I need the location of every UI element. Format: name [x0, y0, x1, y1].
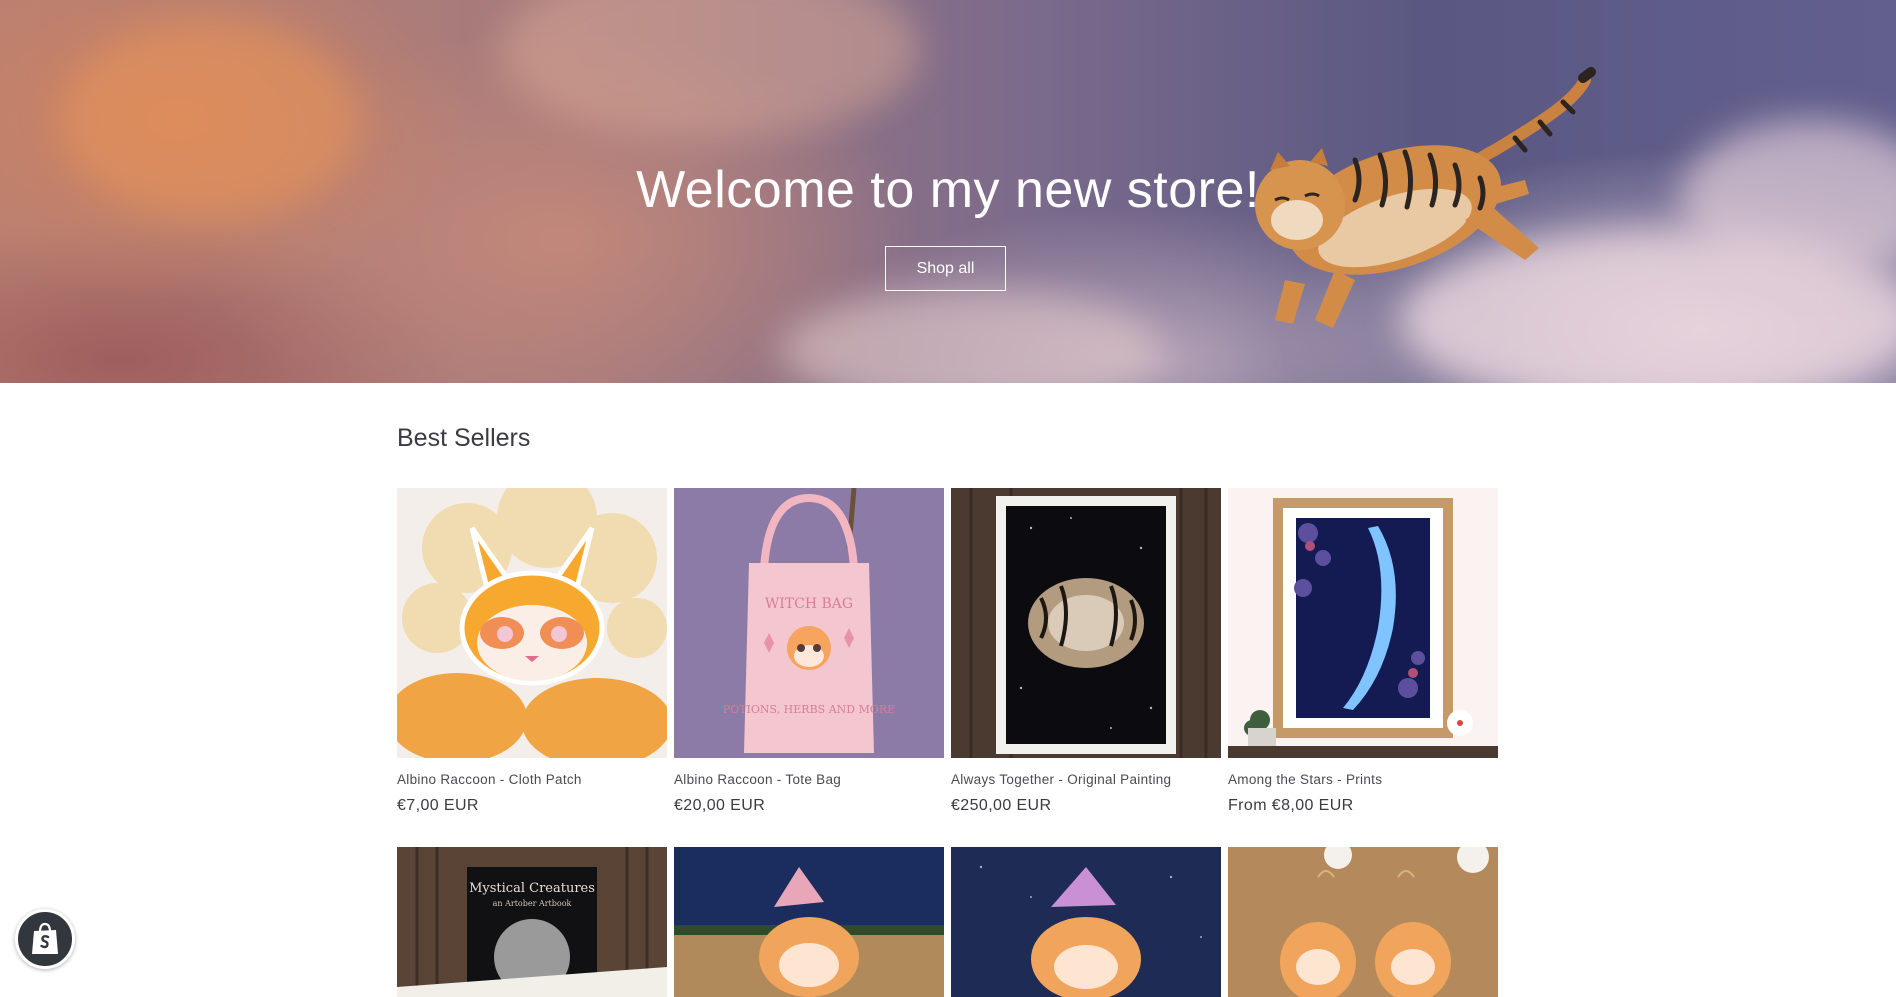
product-image[interactable] [397, 488, 667, 758]
product-card[interactable]: Mystical Creatures an Artober Artbook [397, 847, 667, 997]
product-card[interactable] [1228, 847, 1498, 997]
product-image[interactable] [674, 847, 944, 997]
product-image[interactable] [951, 847, 1221, 997]
section-heading: Best Sellers [397, 424, 531, 452]
product-price: €20,00 EUR [674, 797, 766, 814]
product-card[interactable]: WITCH BAG POTIONS, HERBS AND MORE Albino… [674, 488, 944, 815]
product-title[interactable]: Among the Stars - Prints [1228, 772, 1498, 787]
product-image[interactable]: Mystical Creatures an Artober Artbook [397, 847, 667, 997]
svg-text:WITCH BAG: WITCH BAG [765, 596, 853, 612]
product-image[interactable] [951, 488, 1221, 758]
product-price: €7,00 EUR [397, 797, 479, 814]
product-title[interactable]: Albino Raccoon - Cloth Patch [397, 772, 667, 787]
artbook-subtitle: an Artober Artbook [492, 899, 572, 908]
hero-cloud [500, 0, 920, 140]
product-image[interactable] [1228, 488, 1498, 758]
product-title[interactable]: Albino Raccoon - Tote Bag [674, 772, 944, 787]
product-card[interactable]: Always Together - Original Painting €250… [951, 488, 1221, 815]
product-card[interactable] [951, 847, 1221, 997]
svg-text:POTIONS, HERBS AND MORE: POTIONS, HERBS AND MORE [723, 703, 895, 716]
shop-all-button[interactable]: Shop all [885, 246, 1006, 291]
product-card[interactable] [674, 847, 944, 997]
product-image[interactable]: WITCH BAG POTIONS, HERBS AND MORE [674, 488, 944, 758]
hero-title: Welcome to my new store! [636, 161, 1260, 219]
product-card[interactable]: Among the Stars - Prints From €8,00 EUR [1228, 488, 1498, 815]
product-price: €250,00 EUR [951, 797, 1052, 814]
product-image[interactable] [1228, 847, 1498, 997]
artbook-title: Mystical Creatures [469, 881, 595, 896]
hero-banner: Welcome to my new store! Shop all [0, 0, 1896, 383]
shopify-badge-button[interactable] [15, 909, 75, 969]
product-price: From €8,00 EUR [1228, 797, 1354, 814]
hero-cloud [780, 290, 1160, 383]
shopify-bag-icon [32, 922, 58, 954]
product-card[interactable]: Albino Raccoon - Cloth Patch €7,00 EUR [397, 488, 667, 815]
product-title[interactable]: Always Together - Original Painting [951, 772, 1221, 787]
